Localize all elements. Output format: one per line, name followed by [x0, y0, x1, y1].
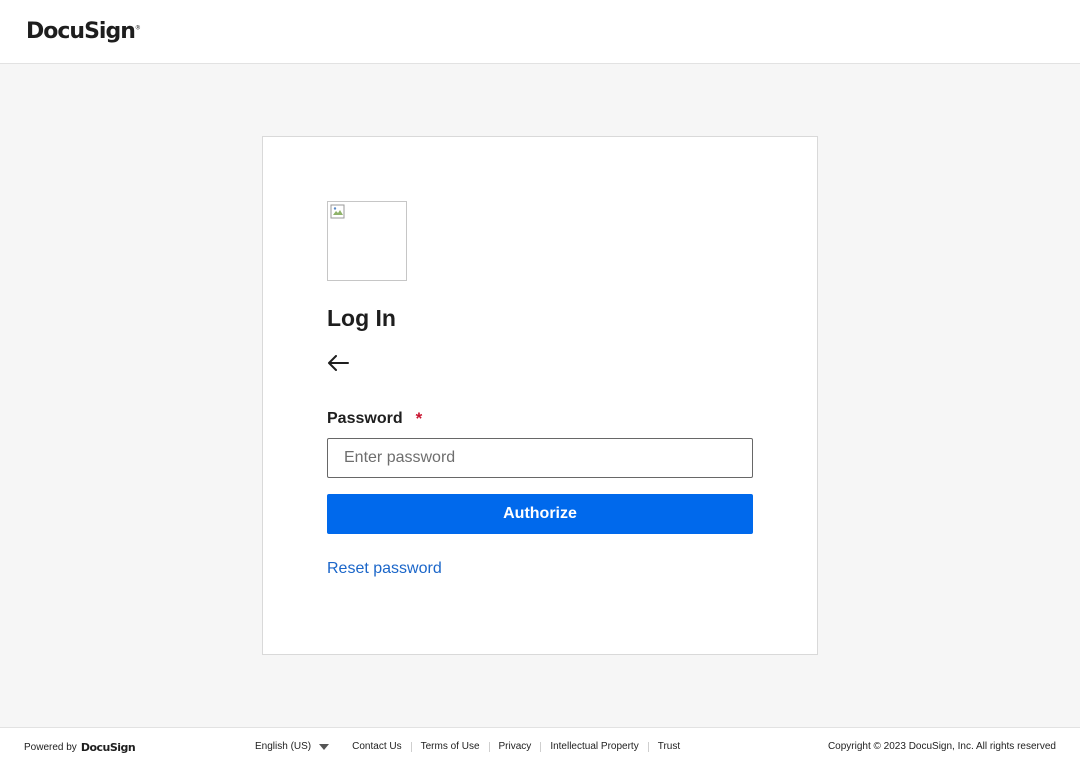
password-input[interactable]: [327, 438, 753, 478]
broken-image-icon: [330, 204, 345, 219]
back-button[interactable]: [327, 351, 353, 375]
docusign-logo: DocuSign®: [26, 19, 141, 44]
page-title: Log In: [327, 305, 396, 331]
required-indicator: *: [415, 409, 423, 428]
password-label-text: Password: [327, 410, 403, 427]
chevron-down-icon: [319, 743, 330, 750]
footer-link-privacy[interactable]: Privacy: [490, 741, 541, 752]
page: DocuSign® Log In Password * Authorize Re…: [0, 0, 1080, 768]
logo-text: DocuSign: [26, 19, 136, 44]
site-footer: Powered by DocuSign English (US) Contact…: [0, 727, 1080, 768]
login-card: Log In Password * Authorize Reset passwo…: [262, 136, 818, 655]
site-header: DocuSign®: [0, 0, 1080, 64]
trademark-mark: ®: [134, 24, 141, 32]
language-select[interactable]: English (US): [255, 741, 330, 752]
authorize-button[interactable]: Authorize: [327, 494, 753, 534]
footer-links: English (US) Contact Us Terms of Use Pri…: [255, 741, 689, 752]
reset-password-link[interactable]: Reset password: [327, 560, 442, 578]
footer-link-ip[interactable]: Intellectual Property: [541, 741, 647, 752]
password-label: Password *: [327, 409, 422, 429]
copyright-text: Copyright © 2023 DocuSign, Inc. All righ…: [827, 741, 1056, 752]
footer-link-trust[interactable]: Trust: [649, 741, 689, 752]
account-logo-image: [327, 201, 407, 281]
powered-by-text: Powered by: [24, 742, 77, 753]
footer-link-contact[interactable]: Contact Us: [343, 741, 410, 752]
powered-by: Powered by DocuSign: [24, 741, 136, 754]
powered-by-logo: DocuSign: [80, 741, 136, 754]
language-label: English (US): [255, 741, 312, 752]
back-arrow-icon: [328, 355, 349, 371]
footer-link-terms[interactable]: Terms of Use: [412, 741, 489, 752]
